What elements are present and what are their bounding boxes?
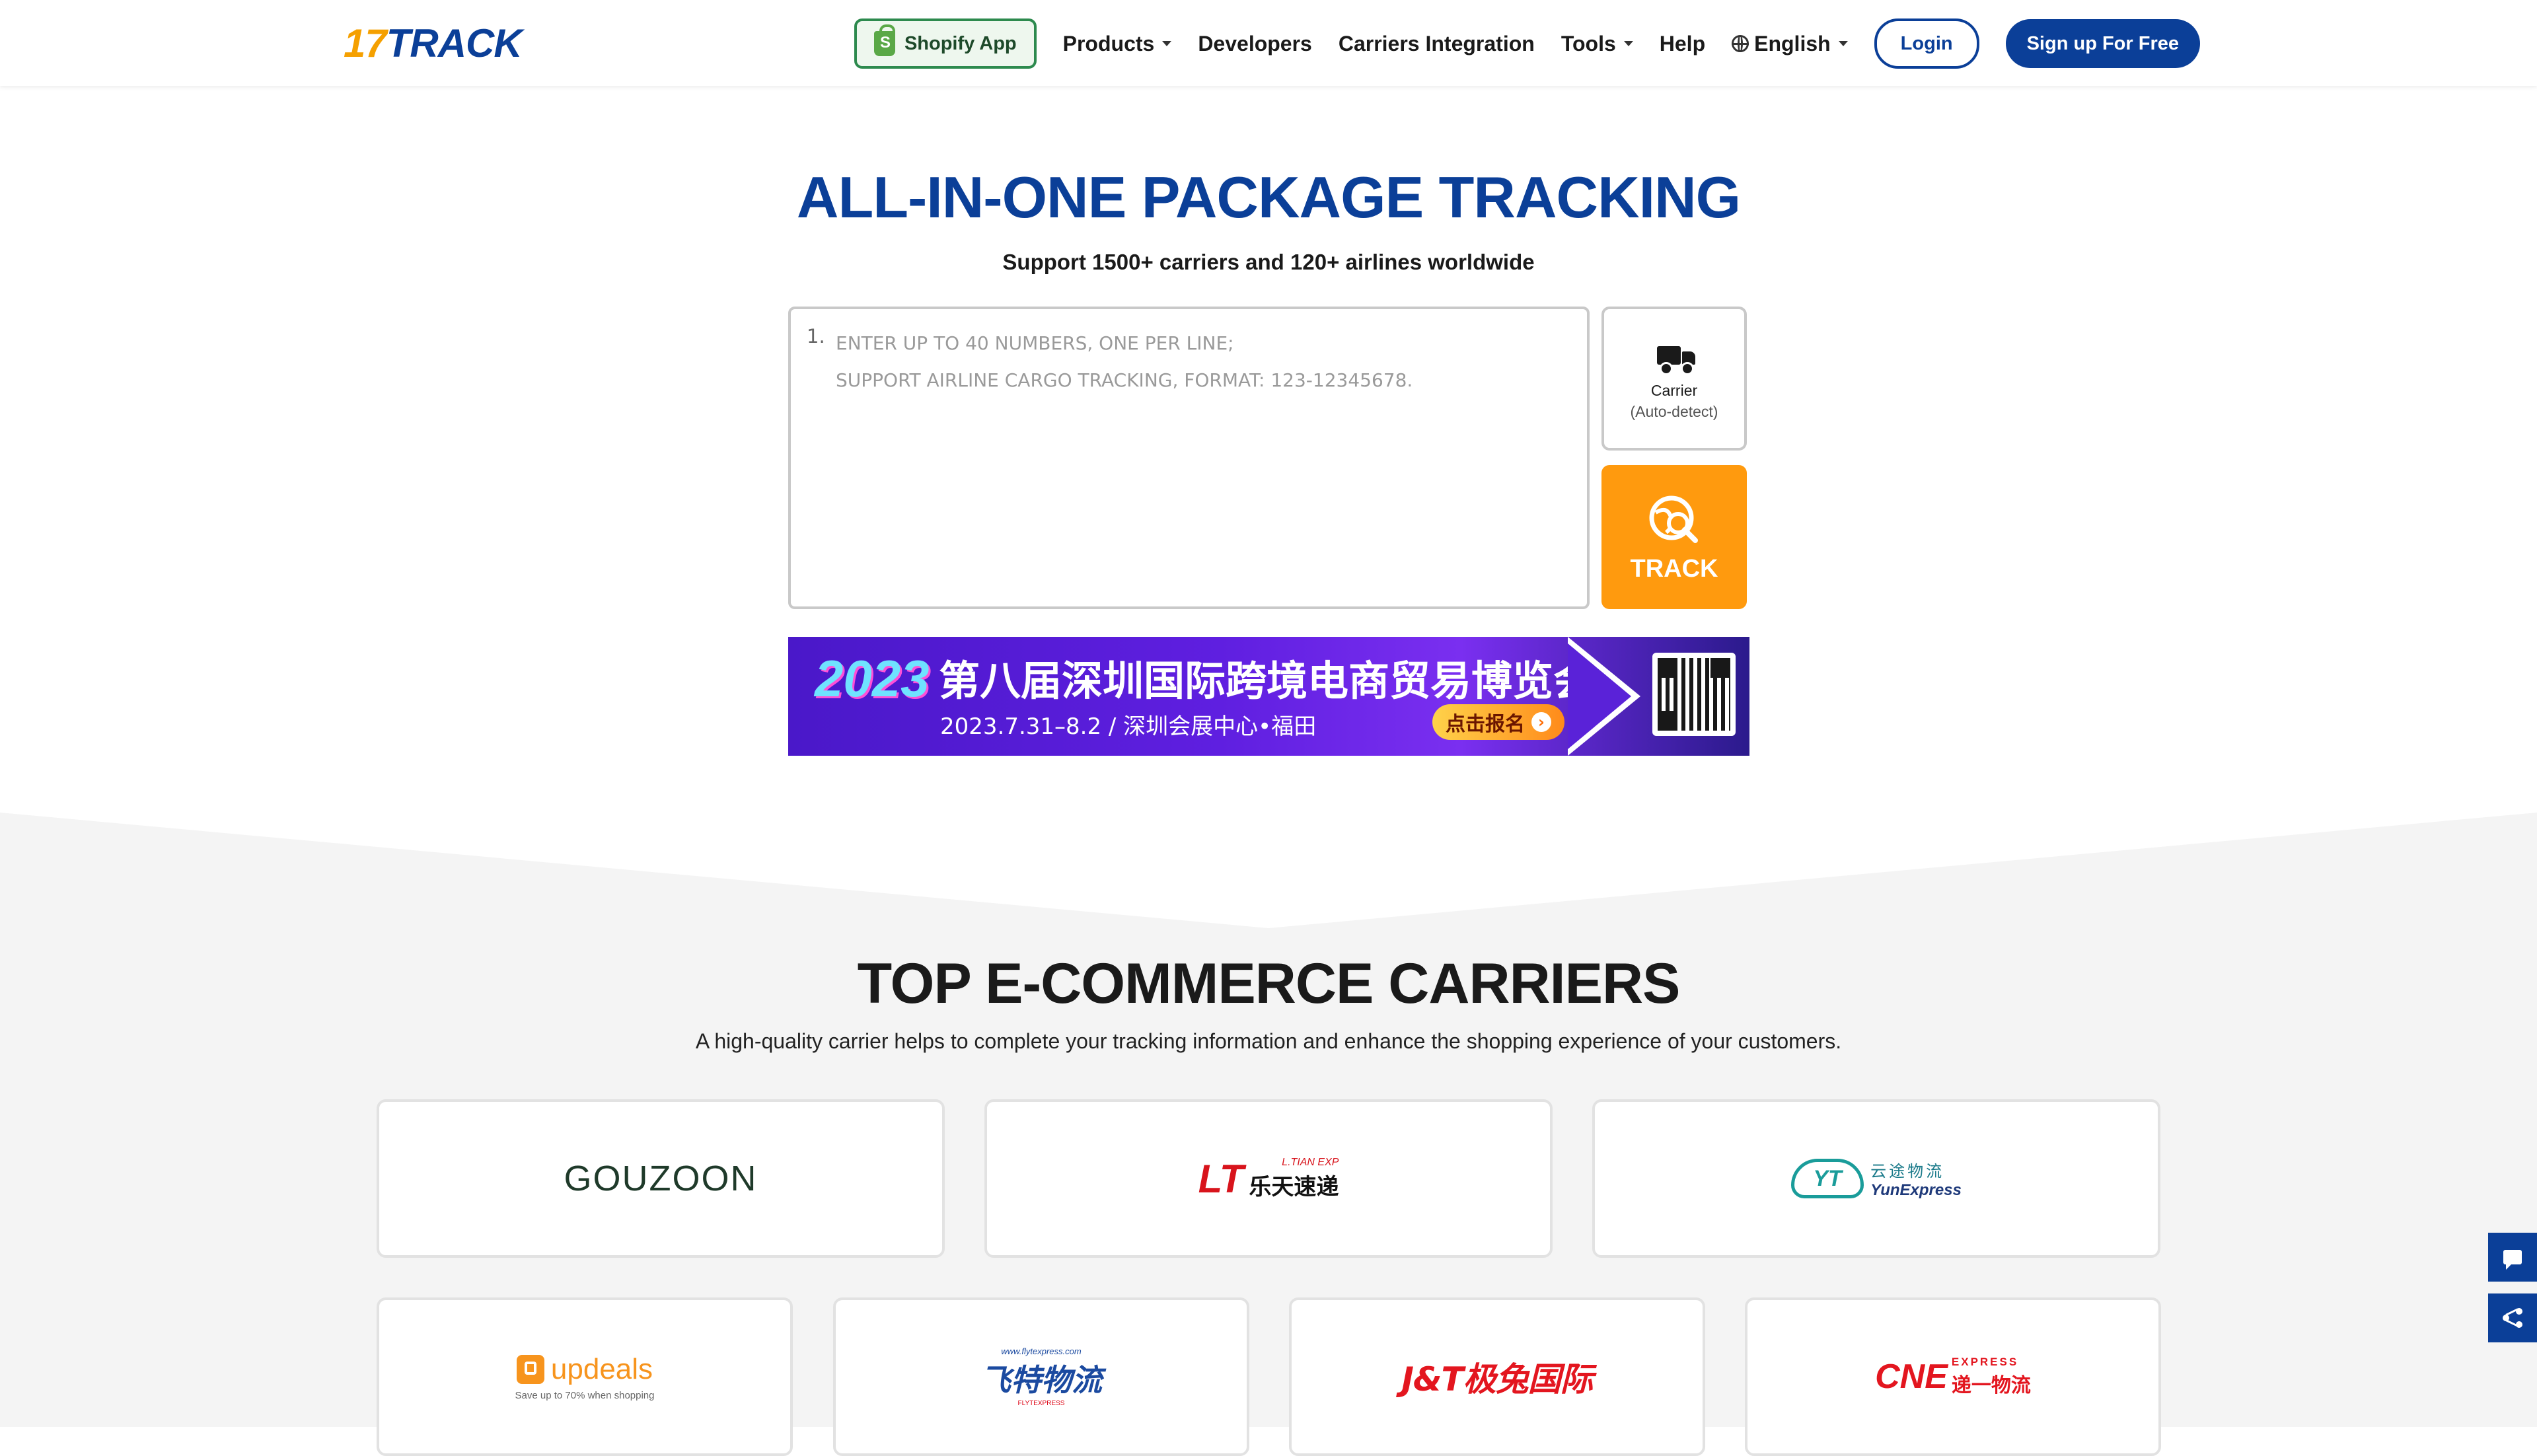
nav-developers[interactable]: Developers — [1198, 32, 1312, 56]
banner-chevron-inner — [1568, 643, 1631, 749]
ltian-mark: LT — [1198, 1156, 1244, 1201]
main-nav: Shopify App Products Developers Carriers… — [854, 18, 2200, 69]
site-header: 17TRACK Shopify App Products Developers … — [0, 0, 2537, 86]
ltian-en: L.TIAN EXP — [1282, 1156, 1339, 1168]
carrier-label: Carrier — [1650, 382, 1698, 399]
ltian-cn: 乐天速递 — [1249, 1173, 1339, 1200]
shopify-app-button[interactable]: Shopify App — [854, 18, 1037, 69]
chat-icon — [2503, 1250, 2522, 1270]
cne-en: EXPRESS — [1951, 1356, 2019, 1368]
qr-code — [1652, 653, 1736, 736]
yunexpress-cn: 云途物流 — [1870, 1161, 1945, 1181]
gouzoon-name: GOUZOON — [564, 1159, 758, 1198]
gouzoon-logo: GOUZOON — [564, 1158, 758, 1199]
nav-tools[interactable]: Tools — [1561, 32, 1633, 56]
caret-down-icon — [1162, 41, 1172, 46]
yunexpress-logo: YT 云途物流 YunExpress — [1791, 1158, 1962, 1200]
carrier-card-ltian[interactable]: LT L.TIAN EXP 乐天速递 — [984, 1099, 1553, 1258]
line-number: 1. — [807, 325, 825, 347]
logo-word: TRACK — [386, 20, 523, 65]
flytexpress-cn: 飞特物流 — [980, 1362, 1102, 1398]
share-icon — [2503, 1308, 2522, 1328]
updeals-name: updeals — [550, 1352, 653, 1385]
ltian-logo: LT L.TIAN EXP 乐天速递 — [1198, 1156, 1339, 1202]
shopify-bag-icon — [873, 24, 895, 56]
login-label: Login — [1900, 32, 1953, 54]
caret-down-icon — [1623, 41, 1633, 46]
banner-year: 2023 — [815, 649, 930, 708]
nav-developers-label: Developers — [1198, 31, 1312, 55]
updeals-logo: updeals Save up to 70% when shopping — [515, 1353, 655, 1401]
hero-title: ALL-IN-ONE PACKAGE TRACKING — [796, 164, 1741, 230]
flytexpress-url: www.flytexpress.com — [1001, 1346, 1082, 1356]
cne-logo: CNE EXPRESS 递一物流 — [1875, 1356, 2031, 1398]
language-selector[interactable]: English — [1732, 32, 1848, 56]
carrier-card-cne[interactable]: CNE EXPRESS 递一物流 — [1745, 1297, 2161, 1456]
logo-17track[interactable]: 17 TRACK — [344, 20, 523, 66]
jt-logo: J&T极兔国际 — [1401, 1360, 1593, 1399]
tracking-input-placeholder: ENTER UP TO 40 NUMBERS, ONE PER LINE; SU… — [836, 332, 1413, 391]
feedback-chat-button[interactable] — [2488, 1233, 2537, 1282]
logo-number: 17 — [344, 20, 387, 65]
updeals-bag-icon — [516, 1354, 544, 1384]
track-button[interactable]: TRACK — [1601, 465, 1747, 609]
banner-cta-label: 点击报名 — [1446, 713, 1525, 736]
carrier-card-yunexpress[interactable]: YT 云途物流 YunExpress — [1592, 1099, 2160, 1258]
truck-icon — [1657, 346, 1695, 375]
banner-register-button[interactable]: 点击报名 › — [1432, 704, 1564, 740]
nav-products[interactable]: Products — [1063, 32, 1172, 56]
carrier-card-flytexpress[interactable]: www.flytexpress.com 飞特物流 FLYTEXPRESS — [833, 1297, 1249, 1456]
nav-products-label: Products — [1062, 31, 1155, 55]
signup-label: Sign up For Free — [2026, 32, 2179, 54]
cloud-icon: YT — [1791, 1159, 1864, 1198]
chevron-right-icon: › — [1531, 712, 1551, 732]
nav-help[interactable]: Help — [1660, 32, 1705, 56]
language-label: English — [1754, 31, 1831, 55]
nav-tools-label: Tools — [1561, 31, 1616, 55]
tracking-number-input[interactable]: 1. ENTER UP TO 40 NUMBERS, ONE PER LINE;… — [788, 307, 1590, 609]
nav-carriers-integration-label: Carriers Integration — [1338, 31, 1535, 55]
cne-mark: CNE — [1875, 1358, 1948, 1396]
banner-date-venue: 2023.7.31–8.2 / 深圳会展中心•福田 — [940, 713, 1317, 740]
track-search-icon — [1649, 495, 1698, 543]
cne-cn: 递一物流 — [1951, 1374, 2031, 1397]
track-label: TRACK — [1630, 555, 1718, 583]
carrier-card-gouzoon[interactable]: GOUZOON — [377, 1099, 945, 1258]
carrier-card-updeals[interactable]: updeals Save up to 70% when shopping — [377, 1297, 793, 1456]
flytexpress-en: FLYTEXPRESS — [1017, 1400, 1065, 1407]
updeals-tagline: Save up to 70% when shopping — [515, 1389, 655, 1401]
nav-help-label: Help — [1659, 31, 1706, 55]
share-button[interactable] — [2488, 1293, 2537, 1342]
login-button[interactable]: Login — [1874, 18, 1979, 69]
yunexpress-en: YunExpress — [1870, 1181, 1962, 1199]
banner-title: 第八届深圳国际跨境电商贸易博览会 — [939, 657, 1595, 705]
promo-banner[interactable]: 2023 第八届深圳国际跨境电商贸易博览会 2023.7.31–8.2 / 深圳… — [788, 637, 1749, 756]
signup-button[interactable]: Sign up For Free — [2005, 19, 2200, 68]
flytexpress-logo: www.flytexpress.com 飞特物流 FLYTEXPRESS — [980, 1346, 1102, 1407]
carriers-section-subtitle: A high-quality carrier helps to complete… — [695, 1029, 1842, 1053]
globe-icon — [1732, 35, 1749, 52]
shopify-app-label: Shopify App — [904, 32, 1017, 54]
nav-carriers-integration[interactable]: Carriers Integration — [1339, 32, 1535, 56]
carrier-card-jt[interactable]: J&T极兔国际 — [1289, 1297, 1705, 1456]
caret-down-icon — [1838, 41, 1848, 46]
carrier-selector[interactable]: Carrier (Auto-detect) — [1601, 307, 1747, 451]
carrier-autodetect: (Auto-detect) — [1630, 403, 1718, 420]
carriers-section-title: TOP E-COMMERCE CARRIERS — [857, 952, 1681, 1015]
hero-subtitle: Support 1500+ carriers and 120+ airlines… — [1002, 250, 1535, 274]
